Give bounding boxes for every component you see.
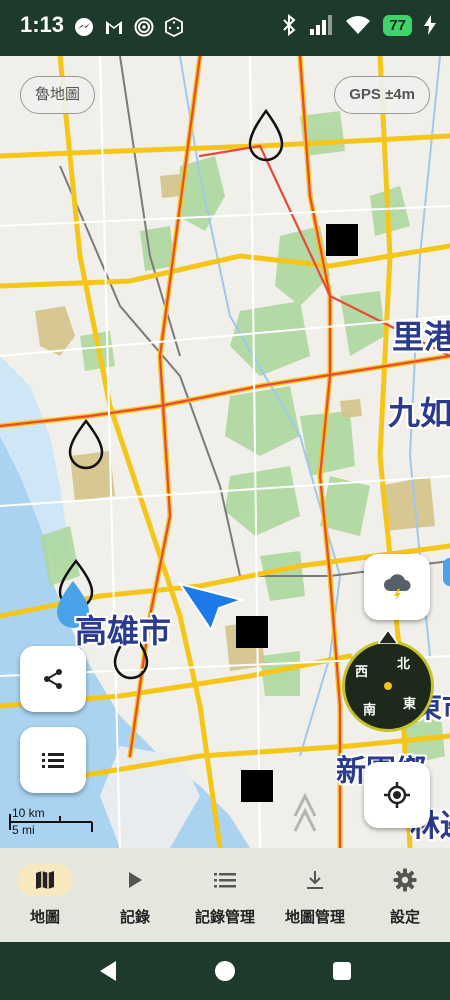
share-icon [44, 669, 62, 689]
map-label-ligang: 里港 [392, 318, 450, 356]
nav-records-manage-label: 記錄管理 [194, 908, 255, 926]
list-icon [42, 753, 64, 768]
list-icon [214, 873, 236, 888]
home-button[interactable] [213, 959, 237, 983]
play-icon [129, 872, 142, 888]
compass-east: 東 [403, 697, 417, 712]
gmail-icon [106, 21, 122, 34]
waypoint-pin [248, 108, 284, 162]
my-location-button[interactable] [364, 762, 430, 828]
charging-icon [424, 15, 436, 35]
system-icons: 77 [281, 14, 436, 36]
weather-button[interactable] [364, 554, 430, 620]
nav-record-indicator [107, 864, 163, 896]
compass-north: 北 [397, 657, 411, 672]
compass[interactable]: 北 東 南 西 [342, 630, 434, 732]
status-time: 1:13 [20, 12, 65, 37]
current-location-arrow [177, 582, 246, 633]
nav-record[interactable]: 記錄 [90, 848, 180, 942]
nav-settings-indicator [377, 864, 433, 896]
crosshair-icon [384, 782, 410, 808]
nav-settings-label: 設定 [389, 908, 420, 926]
nav-map-manage-label: 地圖管理 [284, 908, 345, 926]
scale-ruler [9, 814, 93, 832]
battery-indicator: 77 [383, 14, 412, 36]
nav-map[interactable]: 地圖 [0, 848, 90, 942]
wifi-icon [346, 16, 371, 34]
nav-settings[interactable]: 設定 [360, 848, 450, 942]
status-bar: 1:13 77 [0, 0, 450, 56]
gps-accuracy-chip[interactable]: GPS ±4m [334, 76, 430, 114]
compass-west: 西 [355, 665, 369, 680]
nav-map-indicator [17, 864, 73, 896]
nav-records-manage-indicator [197, 864, 253, 896]
nav-record-label: 記錄 [119, 908, 150, 926]
storm-cloud-icon [384, 574, 411, 601]
nav-map-label: 地圖 [29, 908, 60, 926]
layers-list-button[interactable] [20, 727, 86, 793]
bottom-navigation: 地圖 記錄 記錄管理 地圖管理 設定 [0, 848, 450, 942]
dice-icon [165, 17, 183, 37]
download-icon [307, 871, 323, 889]
nav-records-manage[interactable]: 記錄管理 [180, 848, 270, 942]
target-app-icon [134, 17, 154, 37]
map-label-kaohsiung: 高雄市 [75, 612, 172, 650]
map-source-chip[interactable]: 魯地圖 [20, 76, 96, 114]
compass-center [384, 682, 392, 690]
compass-north-pointer [378, 630, 398, 644]
map-label-jiuru: 九如 [388, 394, 450, 432]
messenger-icon [75, 18, 93, 36]
nav-map-manage[interactable]: 地圖管理 [270, 848, 360, 942]
edge-marker [443, 558, 450, 586]
system-navigation-bar [0, 942, 450, 1000]
compass-south: 南 [363, 703, 377, 718]
share-button[interactable] [20, 646, 86, 712]
back-button[interactable] [96, 959, 120, 983]
notification-icons [74, 17, 184, 37]
map-icon [36, 871, 54, 889]
map-view[interactable]: 高雄市 里港 九如 屏東市 新園鄉 林邊 魯地圖 GPS ±4m 北 東 [0, 56, 450, 848]
nav-map-manage-indicator [287, 864, 343, 896]
gear-icon [393, 868, 417, 892]
bluetooth-icon [283, 14, 296, 36]
scale-bar: 10 km 5 mi [8, 806, 108, 840]
signal-icon [310, 15, 333, 35]
recents-button[interactable] [330, 959, 354, 983]
